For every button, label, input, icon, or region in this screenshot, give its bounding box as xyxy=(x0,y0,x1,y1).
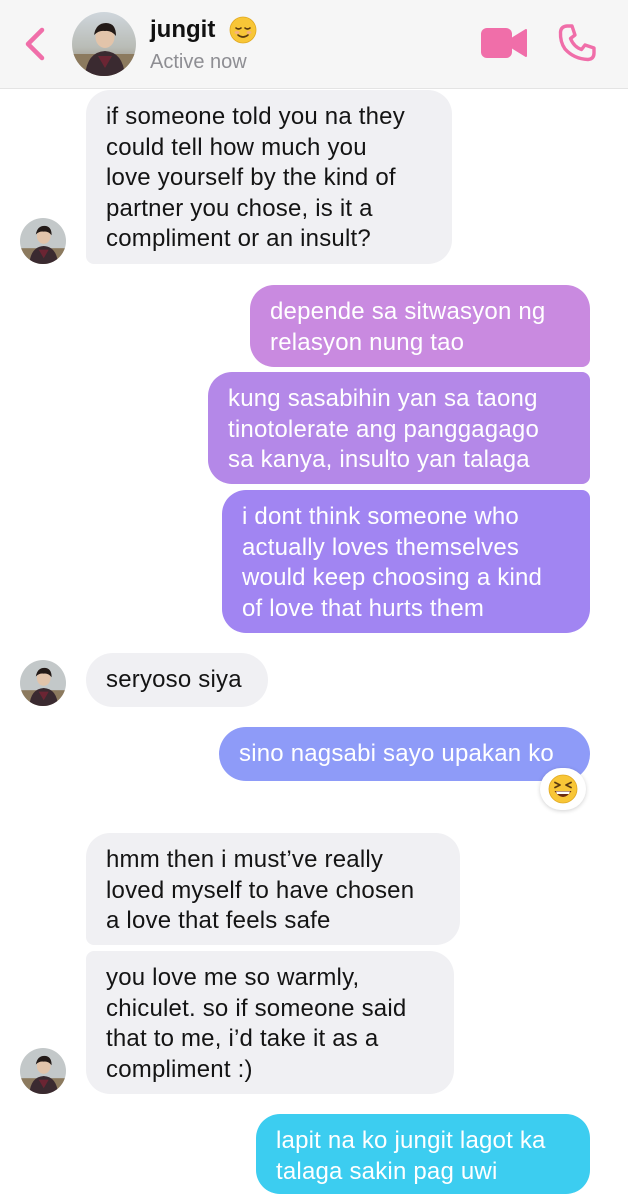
message-bubble-received[interactable]: seryoso siya xyxy=(86,653,268,707)
message-bubble-sent[interactable]: kung sasabihin yan sa taong tinotolerate… xyxy=(208,372,590,484)
message-bubble-received[interactable]: you love me so warmly, chiculet. so if s… xyxy=(86,951,454,1094)
message-bubble-sent[interactable]: depende sa sitwasyon ng relasyon nung ta… xyxy=(250,285,590,367)
message-bubble-received[interactable]: hmm then i must’ve really loved myself t… xyxy=(86,833,460,945)
contact-name: jungit xyxy=(150,16,216,43)
message-reaction[interactable] xyxy=(540,768,586,810)
conversation-header: jungit Active now xyxy=(0,0,628,89)
message-bubble-sent[interactable]: i dont think someone who actually loves … xyxy=(222,490,590,633)
video-call-button[interactable] xyxy=(480,26,528,60)
contact-avatar-small[interactable] xyxy=(20,660,66,706)
video-camera-icon xyxy=(481,28,527,58)
back-button[interactable] xyxy=(20,22,54,66)
message-bubble-sent[interactable]: lapit na ko jungit lagot ka talaga sakin… xyxy=(256,1114,590,1194)
relieved-face-icon xyxy=(229,16,257,44)
contact-avatar-small[interactable] xyxy=(20,218,66,264)
contact-status: Active now xyxy=(150,51,247,73)
contact-avatar[interactable] xyxy=(72,12,136,76)
chevron-left-icon xyxy=(25,27,45,61)
grinning-squinting-face-icon xyxy=(548,774,578,804)
phone-icon xyxy=(558,24,596,62)
contact-avatar-small[interactable] xyxy=(20,1048,66,1094)
voice-call-button[interactable] xyxy=(556,22,598,64)
message-bubble-sent[interactable]: sino nagsabi sayo upakan ko xyxy=(219,727,590,781)
message-bubble-received[interactable]: if someone told you na they could tell h… xyxy=(86,90,452,264)
